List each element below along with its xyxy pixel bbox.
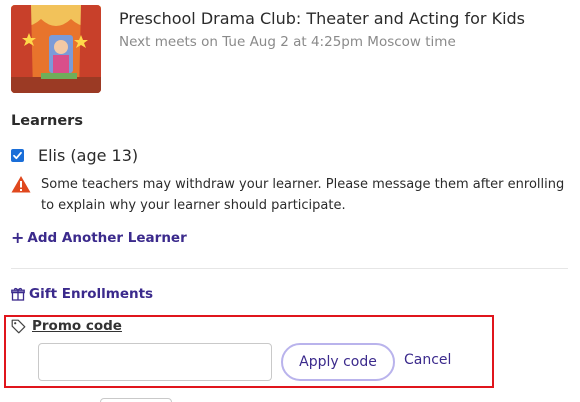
warning-text: Some teachers may withdraw your learner.…	[41, 177, 565, 213]
check-icon	[13, 151, 22, 159]
gift-icon	[11, 287, 25, 301]
apply-code-button[interactable]: Apply code	[281, 343, 395, 381]
cancel-promo-button[interactable]: Cancel	[404, 352, 451, 368]
promo-code-label: Promo code	[32, 318, 122, 334]
plus-icon: +	[11, 228, 25, 247]
learner-name: Elis (age 13)	[38, 145, 139, 165]
add-learner-link[interactable]: + Add Another Learner	[11, 228, 187, 247]
gift-enrollments-label: Gift Enrollments	[29, 286, 154, 302]
learner-checkbox[interactable]	[11, 148, 24, 162]
class-header: Preschool Drama Club: Theater and Acting…	[11, 5, 568, 93]
partial-element	[100, 398, 172, 402]
promo-code-toggle[interactable]: Promo code	[11, 318, 122, 334]
warning-icon	[11, 176, 31, 193]
class-meta: Next meets on Tue Aug 2 at 4:25pm Moscow…	[119, 34, 456, 50]
gift-enrollments-link[interactable]: Gift Enrollments	[11, 286, 153, 302]
learner-row[interactable]: Elis (age 13)	[11, 144, 138, 166]
class-title[interactable]: Preschool Drama Club: Theater and Acting…	[119, 9, 525, 28]
tag-icon	[11, 319, 26, 333]
add-learner-label: Add Another Learner	[27, 230, 187, 246]
class-thumbnail[interactable]	[11, 5, 101, 93]
divider	[11, 268, 568, 269]
promo-code-input[interactable]	[38, 343, 272, 381]
learners-heading: Learners	[11, 113, 83, 129]
